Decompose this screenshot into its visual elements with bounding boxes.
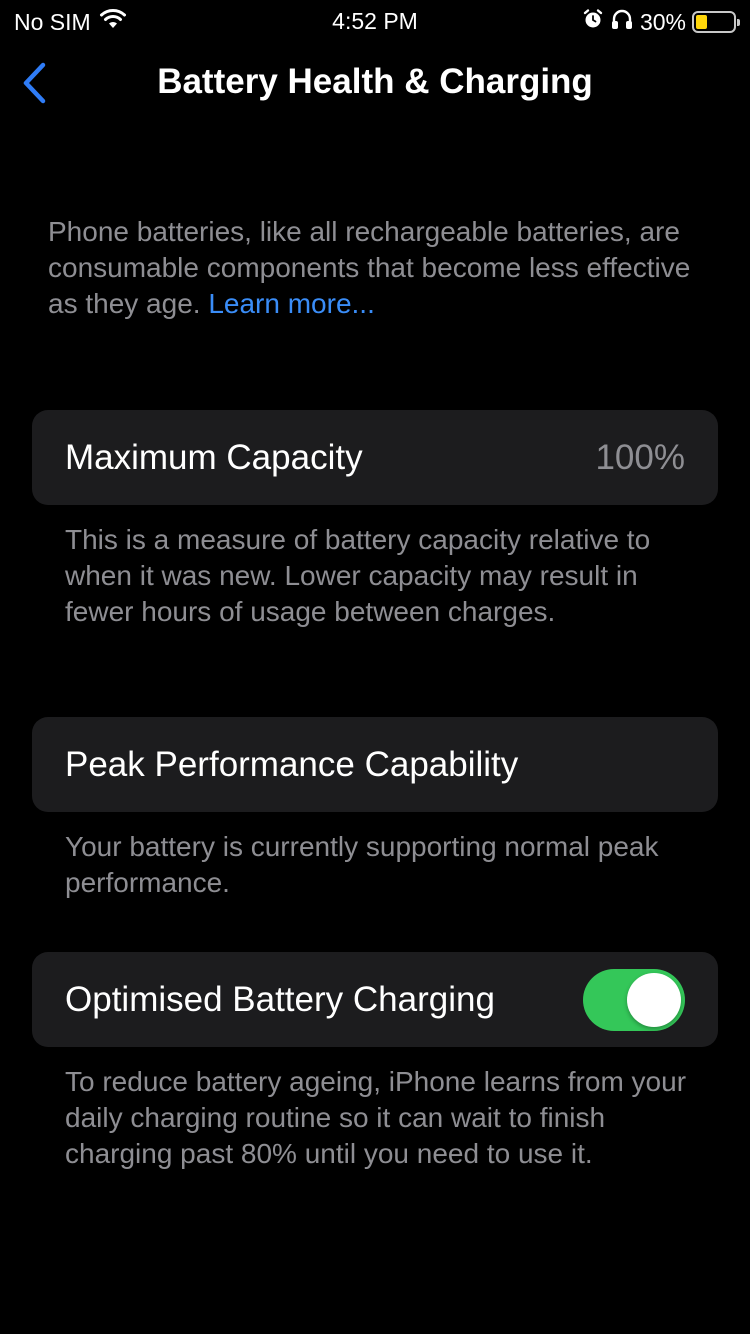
optimised-charging-toggle[interactable] (583, 969, 685, 1031)
peak-performance-label: Peak Performance Capability (65, 745, 519, 784)
battery-nub (737, 19, 740, 26)
status-right: 30% (582, 8, 740, 36)
headphones-icon (610, 8, 634, 36)
wifi-icon (99, 8, 127, 36)
maximum-capacity-cell: Maximum Capacity 100% (32, 410, 718, 505)
maximum-capacity-footer: This is a measure of battery capacity re… (65, 524, 651, 627)
status-left: No SIM (14, 8, 127, 36)
page-title: Battery Health & Charging (157, 62, 593, 101)
maximum-capacity-label: Maximum Capacity (65, 438, 363, 477)
toggle-knob (627, 973, 681, 1027)
optimised-charging-cell: Optimised Battery Charging (32, 952, 718, 1047)
status-bar: No SIM 4:52 PM 30% (0, 0, 750, 40)
carrier-label: No SIM (14, 8, 91, 35)
learn-more-link[interactable]: Learn more... (208, 288, 375, 319)
alarm-icon (582, 8, 604, 36)
battery-percent: 30% (639, 8, 686, 35)
screen: No SIM 4:52 PM 30% Battery Health & Char… (0, 0, 750, 1334)
battery-fill (696, 15, 707, 29)
peak-performance-footer: Your battery is currently supporting nor… (65, 831, 659, 898)
battery-icon (692, 11, 740, 33)
peak-performance-cell: Peak Performance Capability (32, 717, 718, 812)
optimised-charging-label: Optimised Battery Charging (65, 980, 495, 1019)
intro-text: Phone batteries, like all rechargeable b… (48, 214, 708, 322)
maximum-capacity-value: 100% (595, 438, 685, 477)
optimised-charging-footer: To reduce battery ageing, iPhone learns … (65, 1066, 687, 1169)
